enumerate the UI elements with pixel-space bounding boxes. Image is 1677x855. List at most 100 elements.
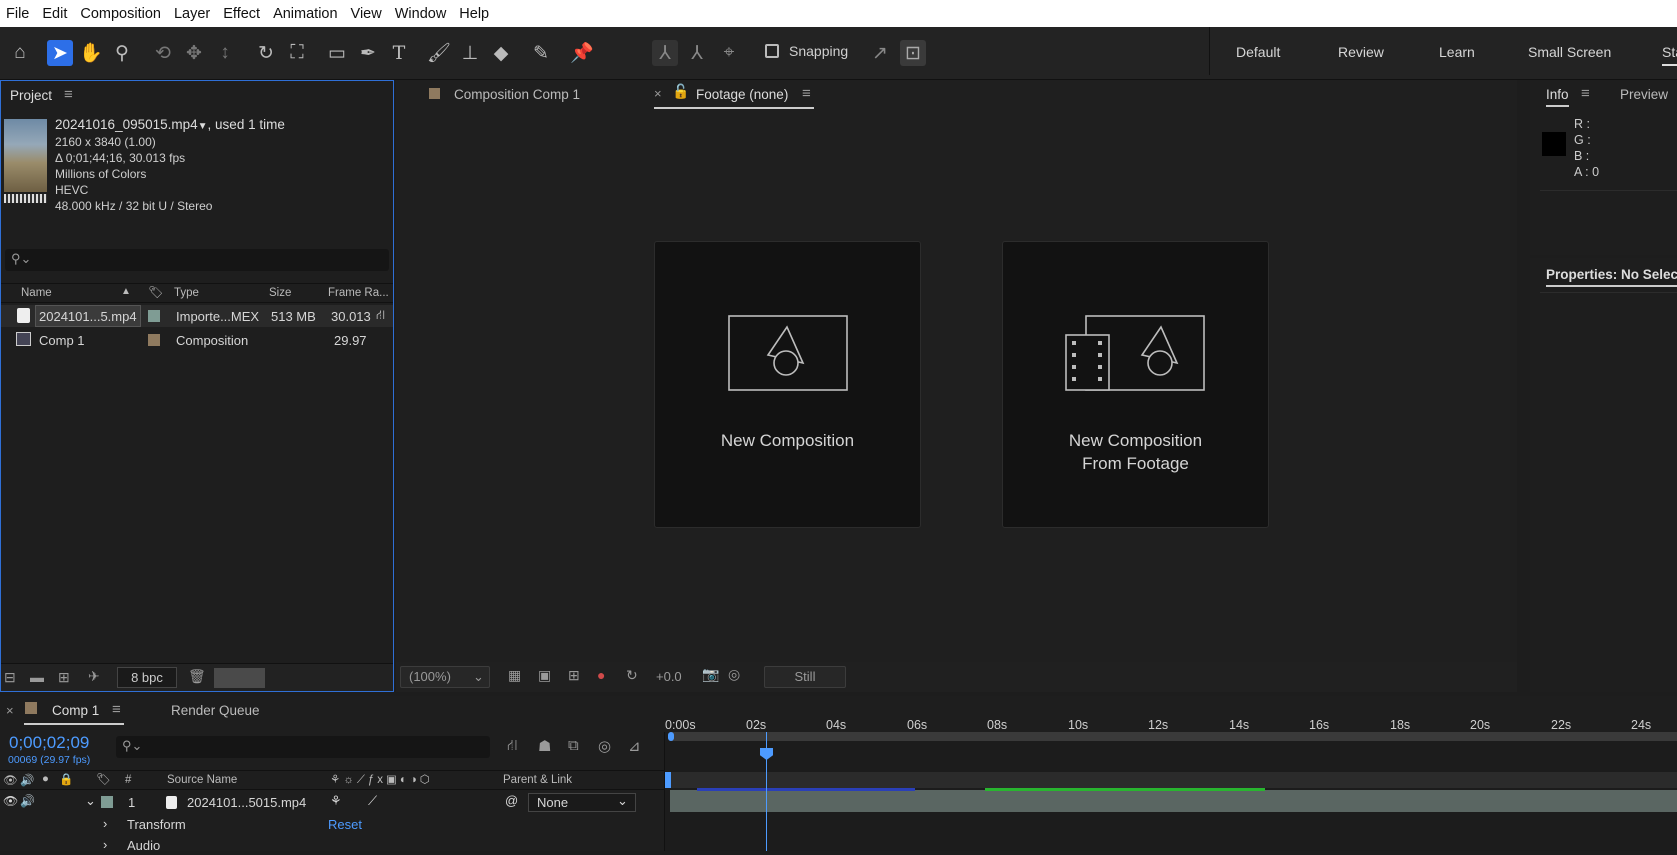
label-tag-icon[interactable]: 🏷 bbox=[96, 772, 111, 786]
menu-view[interactable]: View bbox=[345, 6, 389, 22]
adobe-dynamic-link-icon[interactable]: ✈ bbox=[88, 668, 100, 685]
row-name[interactable]: 2024101...5.mp4 bbox=[35, 305, 141, 327]
label-color-swatch[interactable] bbox=[148, 334, 160, 346]
flowchart-icon[interactable]: ⛙ bbox=[376, 307, 385, 325]
tab-footage[interactable]: Footage (none) bbox=[696, 87, 788, 102]
transform-row[interactable]: › Transform Reset bbox=[0, 814, 664, 834]
video-switch-icon[interactable]: 👁 bbox=[3, 773, 18, 787]
parent-select[interactable]: None ⌄ bbox=[528, 793, 636, 812]
footage-file-name[interactable]: 20241016_095015.mp4 bbox=[55, 117, 198, 132]
column-name[interactable]: Name bbox=[21, 287, 52, 299]
guides-icon[interactable]: ⊞ bbox=[568, 667, 580, 684]
panel-menu-icon[interactable]: ≡ bbox=[112, 701, 121, 718]
project-search-input[interactable]: ⚲⌄ bbox=[5, 249, 389, 271]
layer-row-1[interactable]: 👁 🔊 ⌄ 1 2024101...5015.mp4 ⚘ ⟋ @ None ⌄ bbox=[0, 792, 664, 813]
menu-help[interactable]: Help bbox=[453, 6, 496, 22]
show-snapshot-icon[interactable]: ◎ bbox=[728, 666, 740, 683]
trash-icon[interactable]: 🗑 bbox=[188, 668, 206, 685]
reset-exposure-icon[interactable]: ↻ bbox=[626, 667, 638, 684]
work-area-start-handle[interactable] bbox=[668, 732, 674, 741]
column-parent-link[interactable]: Parent & Link bbox=[503, 774, 572, 786]
playhead-handle[interactable] bbox=[760, 748, 773, 760]
shy-switch-icon[interactable]: ⚘ bbox=[330, 793, 342, 809]
roto-brush-tool-icon[interactable]: ✎ bbox=[528, 40, 554, 66]
audio-row[interactable]: › Audio bbox=[0, 835, 664, 855]
workspace-learn[interactable]: Learn bbox=[1439, 44, 1475, 60]
draft-3d-icon[interactable]: ☗ bbox=[538, 737, 551, 755]
label-color-swatch[interactable] bbox=[101, 796, 113, 808]
interpret-footage-icon[interactable]: ⊟ bbox=[4, 669, 16, 686]
project-row-comp[interactable]: Comp 1 Composition 29.97 bbox=[1, 329, 393, 351]
graph-editor-icon[interactable]: ⊿ bbox=[628, 737, 641, 755]
column-source-name[interactable]: Source Name bbox=[167, 774, 237, 786]
workspace-standard[interactable]: Sta bbox=[1662, 44, 1677, 66]
layer-switches-icons[interactable]: ⚘☼⟋ƒx▣◐◑⬡ bbox=[330, 772, 433, 787]
home-icon[interactable]: ⌂ bbox=[7, 40, 33, 66]
quality-switch-icon[interactable]: ⟋ bbox=[368, 793, 377, 809]
snapping-checkbox[interactable] bbox=[765, 44, 779, 58]
motion-blur-icon[interactable]: ◎ bbox=[598, 737, 611, 755]
local-axis-icon[interactable]: ⅄ bbox=[652, 40, 678, 66]
workspace-small-screen[interactable]: Small Screen bbox=[1528, 44, 1611, 60]
label-color-swatch[interactable] bbox=[148, 310, 160, 322]
orbit-tool-icon[interactable]: ⟲ bbox=[150, 40, 176, 66]
lock-icon[interactable]: 🔒 bbox=[59, 772, 73, 786]
comp-flowchart-icon[interactable]: ⛙ bbox=[507, 737, 518, 756]
workspace-default[interactable]: Default bbox=[1236, 44, 1280, 60]
dolly-tool-icon[interactable]: ↕ bbox=[212, 40, 238, 66]
tab-properties[interactable]: Properties: No Selecti bbox=[1546, 267, 1677, 287]
zoom-select[interactable]: (100%) ⌄ bbox=[400, 666, 490, 688]
project-tab[interactable]: Project bbox=[10, 88, 52, 103]
current-timecode[interactable]: 0;00;02;09 bbox=[9, 733, 89, 753]
tab-info[interactable]: Info bbox=[1546, 87, 1569, 107]
eraser-tool-icon[interactable]: ◆ bbox=[488, 40, 514, 66]
time-graph[interactable] bbox=[664, 732, 1677, 851]
type-tool-icon[interactable]: T bbox=[386, 40, 412, 66]
tab-comp-1[interactable]: Comp 1 bbox=[52, 703, 99, 718]
panel-menu-icon[interactable]: ≡ bbox=[1581, 85, 1590, 102]
menu-layer[interactable]: Layer bbox=[168, 6, 217, 22]
new-composition-icon[interactable]: ⊞ bbox=[58, 669, 70, 686]
new-folder-icon[interactable]: ▬ bbox=[30, 669, 44, 685]
work-area-bar[interactable] bbox=[670, 732, 1677, 741]
chevron-down-icon[interactable]: ▼ bbox=[198, 121, 208, 132]
pan-tool-icon[interactable]: ✥ bbox=[181, 40, 207, 66]
eye-icon[interactable]: 👁 bbox=[3, 794, 18, 808]
transparency-grid-icon[interactable]: ▦ bbox=[508, 667, 521, 684]
lock-icon[interactable]: 🔓 bbox=[672, 83, 689, 100]
close-icon[interactable]: × bbox=[654, 86, 662, 101]
menu-window[interactable]: Window bbox=[389, 6, 454, 22]
project-row-footage[interactable]: 2024101...5.mp4 Importe...MEX 513 MB 30.… bbox=[1, 305, 393, 327]
menu-animation[interactable]: Animation bbox=[267, 6, 344, 22]
menu-composition[interactable]: Composition bbox=[74, 6, 168, 22]
bit-depth-button[interactable]: 8 bpc bbox=[117, 667, 177, 688]
selection-tool-icon[interactable]: ➤ bbox=[47, 40, 73, 66]
audio-switch-icon[interactable]: 🔊 bbox=[20, 773, 34, 787]
anchor-tool-icon[interactable]: ⛶ bbox=[284, 40, 310, 66]
brush-tool-icon[interactable]: 🖌 bbox=[426, 40, 452, 66]
hand-tool-icon[interactable]: ✋ bbox=[78, 40, 104, 66]
view-axis-icon[interactable]: ⌖ bbox=[716, 40, 742, 66]
new-composition-card[interactable]: New Composition bbox=[654, 241, 921, 528]
layer-name[interactable]: 2024101...5015.mp4 bbox=[187, 795, 306, 810]
puppet-tool-icon[interactable]: 📌 bbox=[569, 40, 595, 66]
snap-edges-icon[interactable]: ↗ bbox=[867, 40, 893, 66]
world-axis-icon[interactable]: ⅄ bbox=[684, 40, 710, 66]
column-type[interactable]: Type bbox=[174, 287, 199, 299]
speaker-icon[interactable]: 🔊 bbox=[20, 794, 35, 808]
row-name[interactable]: Comp 1 bbox=[39, 333, 85, 348]
mask-visibility-icon[interactable]: ▣ bbox=[538, 667, 551, 684]
solo-icon[interactable]: ● bbox=[42, 773, 49, 785]
rectangle-tool-icon[interactable]: ▭ bbox=[324, 40, 350, 66]
thumbnail-swatch[interactable] bbox=[214, 668, 265, 688]
tab-composition[interactable]: Composition Comp 1 bbox=[454, 87, 580, 102]
tab-render-queue[interactable]: Render Queue bbox=[171, 703, 260, 718]
menu-edit[interactable]: Edit bbox=[36, 6, 74, 22]
zoom-tool-icon[interactable]: ⚲ bbox=[109, 40, 135, 66]
still-button[interactable]: Still bbox=[764, 666, 846, 688]
color-channels-icon[interactable]: ● bbox=[597, 667, 605, 683]
snapshot-camera-icon[interactable]: 📷 bbox=[702, 666, 719, 683]
new-composition-from-footage-card[interactable]: New Composition From Footage bbox=[1002, 241, 1269, 528]
column-frame-rate[interactable]: Frame Ra... bbox=[328, 287, 389, 299]
clone-stamp-tool-icon[interactable]: ⊥ bbox=[457, 40, 483, 66]
